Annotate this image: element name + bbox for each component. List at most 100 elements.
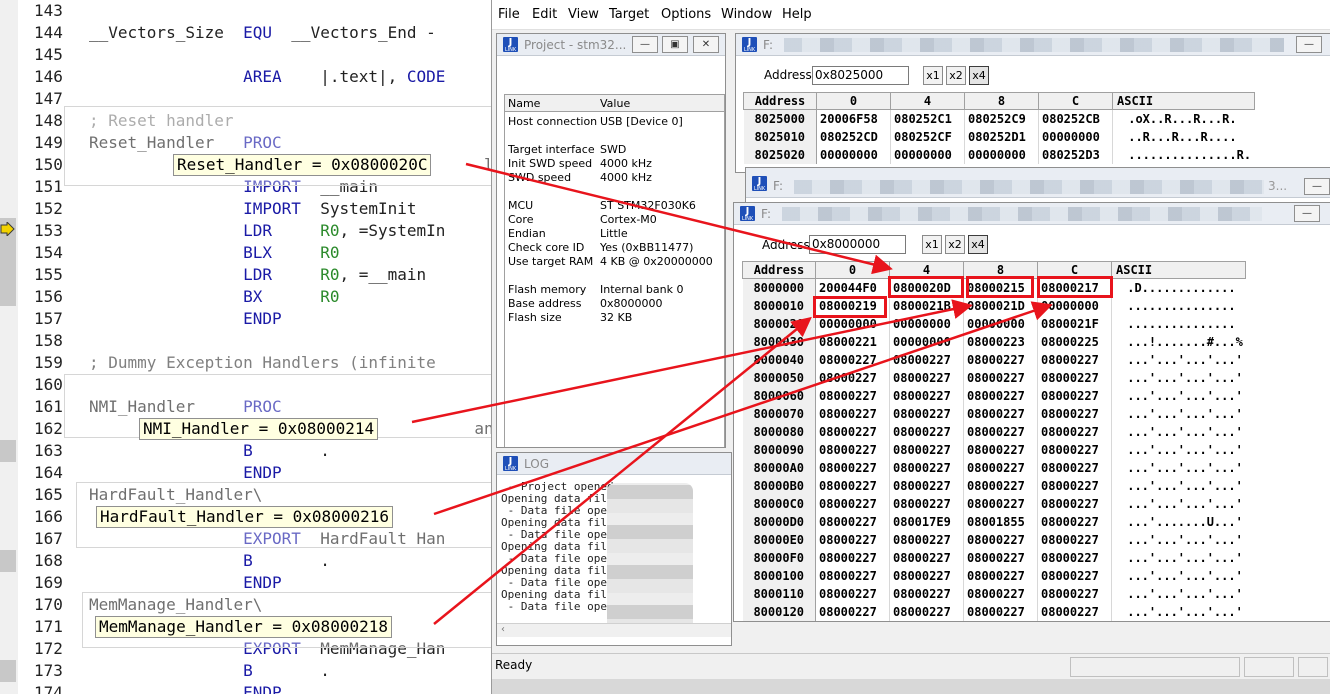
data-cell[interactable]: 08000227 bbox=[1037, 584, 1112, 603]
data-cell[interactable]: 00000000 bbox=[1038, 127, 1113, 146]
project-row[interactable] bbox=[505, 185, 724, 199]
project-row[interactable]: Target interface SWD bbox=[505, 143, 724, 157]
data-cell[interactable]: 08000227 bbox=[963, 584, 1038, 603]
data-cell[interactable]: 08000227 bbox=[963, 440, 1038, 459]
data-cell[interactable]: 08000223 bbox=[963, 332, 1038, 351]
minimize-button[interactable]: — bbox=[1294, 205, 1320, 222]
table-row[interactable]: 8000110 08000227 08000227 08000227 08000227 … bbox=[742, 584, 1246, 603]
project-row[interactable] bbox=[505, 129, 724, 143]
column-header[interactable]: 0 bbox=[816, 92, 891, 110]
mem1-x1-button[interactable]: x1 bbox=[923, 66, 943, 85]
data-cell[interactable]: 00000000 bbox=[1037, 296, 1112, 315]
data-cell[interactable]: 08000227 bbox=[963, 548, 1038, 567]
ascii-cell[interactable]: ...'...'...'...' bbox=[1112, 387, 1246, 405]
data-cell[interactable]: 08000221 bbox=[815, 332, 890, 351]
project-row[interactable]: Base address 0x8000000 bbox=[505, 297, 724, 311]
address-cell[interactable]: 80000F0 bbox=[742, 548, 816, 567]
data-cell[interactable]: 08000227 bbox=[963, 404, 1038, 423]
data-cell[interactable]: 08000227 bbox=[1037, 368, 1112, 387]
column-header[interactable]: C bbox=[1038, 92, 1113, 110]
code-line[interactable]: 169 ENDP bbox=[0, 572, 495, 594]
column-header[interactable]: Address bbox=[742, 261, 816, 279]
address-cell[interactable]: 8025000 bbox=[743, 109, 817, 128]
log-hscrollbar[interactable]: ‹ bbox=[497, 623, 731, 637]
data-cell[interactable]: 08000227 bbox=[815, 458, 890, 477]
table-row[interactable]: 8000030 08000221 00000000 08000223 08000225 … bbox=[742, 332, 1246, 351]
address-cell[interactable]: 8000050 bbox=[742, 368, 816, 387]
project-row[interactable]: Use target RAM 4 KB @ 0x20000000 bbox=[505, 255, 724, 269]
mem3-x1-button[interactable]: x1 bbox=[922, 235, 942, 254]
data-cell[interactable]: 08000227 bbox=[889, 548, 964, 567]
data-cell[interactable]: 00000000 bbox=[963, 314, 1038, 333]
project-row[interactable]: MCU ST STM32F030K6 bbox=[505, 199, 724, 213]
close-button[interactable]: ✕ bbox=[693, 36, 719, 53]
ascii-cell[interactable]: ..R...R...R.... bbox=[1113, 128, 1255, 146]
data-cell[interactable]: 08000227 bbox=[1037, 530, 1112, 549]
data-cell[interactable]: 08000227 bbox=[815, 422, 890, 441]
data-cell[interactable]: 08000227 bbox=[1037, 458, 1112, 477]
address-cell[interactable]: 8000040 bbox=[742, 350, 816, 369]
code-line[interactable]: 155 LDR R0, =__main bbox=[0, 264, 495, 286]
minimize-button[interactable]: — bbox=[1304, 178, 1330, 195]
data-cell[interactable]: 08000227 bbox=[889, 422, 964, 441]
data-cell[interactable]: 200044F0 bbox=[815, 278, 890, 297]
address-cell[interactable]: 8000020 bbox=[742, 314, 816, 333]
ascii-cell[interactable]: .D............. bbox=[1112, 279, 1246, 297]
data-cell[interactable]: 08000227 bbox=[889, 350, 964, 369]
table-row[interactable]: 8000090 08000227 08000227 08000227 08000227 … bbox=[742, 440, 1246, 459]
address-cell[interactable]: 8000060 bbox=[742, 386, 816, 405]
code-line[interactable]: 144 __Vectors_Size EQU __Vectors_End - bbox=[0, 22, 495, 44]
code-line[interactable]: 168 B . bbox=[0, 550, 495, 572]
mem1-address-input[interactable]: 0x8025000 bbox=[812, 66, 909, 85]
mem1-x2-button[interactable]: x2 bbox=[946, 66, 966, 85]
mem3-x2-button[interactable]: x2 bbox=[945, 235, 965, 254]
data-cell[interactable]: 08000227 bbox=[889, 476, 964, 495]
address-cell[interactable]: 80000C0 bbox=[742, 494, 816, 513]
code-line[interactable]: 153 LDR R0, =SystemIn bbox=[0, 220, 495, 242]
address-cell[interactable]: 8000070 bbox=[742, 404, 816, 423]
data-cell[interactable]: 08000227 bbox=[963, 566, 1038, 585]
table-row[interactable]: 8000080 08000227 08000227 08000227 08000227 … bbox=[742, 422, 1246, 441]
data-cell[interactable]: 08000227 bbox=[1037, 404, 1112, 423]
ascii-cell[interactable]: ...'...'...'...' bbox=[1112, 459, 1246, 477]
data-cell[interactable]: 08000227 bbox=[815, 494, 890, 513]
ascii-cell[interactable]: ...'...'...'...' bbox=[1112, 423, 1246, 441]
data-cell[interactable]: 08000227 bbox=[889, 602, 964, 621]
data-cell[interactable]: 08000227 bbox=[963, 458, 1038, 477]
data-cell[interactable]: 08000227 bbox=[1037, 548, 1112, 567]
data-cell[interactable]: 08000227 bbox=[815, 440, 890, 459]
ascii-cell[interactable]: ...............R. bbox=[1113, 146, 1255, 164]
data-cell[interactable]: 08000227 bbox=[1037, 476, 1112, 495]
project-row[interactable]: Flash size 32 KB bbox=[505, 311, 724, 325]
code-line[interactable]: 146 AREA |.text|, CODE bbox=[0, 66, 495, 88]
data-cell[interactable]: 08000227 bbox=[815, 530, 890, 549]
data-cell[interactable]: 080252D3 bbox=[1038, 145, 1113, 164]
data-cell[interactable]: 08000227 bbox=[963, 494, 1038, 513]
data-cell[interactable]: 080252CD bbox=[816, 127, 891, 146]
menu-view[interactable]: View bbox=[568, 7, 599, 22]
address-cell[interactable]: 8025010 bbox=[743, 127, 817, 146]
code-line[interactable]: 143 bbox=[0, 0, 495, 22]
ascii-cell[interactable]: .oX..R...R...R. bbox=[1113, 110, 1255, 128]
project-row[interactable]: Init SWD speed 4000 kHz bbox=[505, 157, 724, 171]
minimize-button[interactable]: — bbox=[1296, 36, 1322, 53]
data-cell[interactable]: 00000000 bbox=[889, 314, 964, 333]
ascii-cell[interactable]: ...'...'...'...' bbox=[1112, 603, 1246, 621]
minimize-button[interactable]: — bbox=[632, 36, 658, 53]
code-line[interactable]: 157 ENDP bbox=[0, 308, 495, 330]
data-cell[interactable]: 00000000 bbox=[890, 145, 965, 164]
project-row[interactable]: Endian Little bbox=[505, 227, 724, 241]
address-cell[interactable]: 8000030 bbox=[742, 332, 816, 351]
data-cell[interactable]: 080252D1 bbox=[964, 127, 1039, 146]
data-cell[interactable]: 00000000 bbox=[816, 145, 891, 164]
data-cell[interactable]: 08000227 bbox=[815, 584, 890, 603]
data-cell[interactable]: 08000227 bbox=[1037, 422, 1112, 441]
address-cell[interactable]: 80000A0 bbox=[742, 458, 816, 477]
project-row[interactable]: Host connection USB [Device 0] bbox=[505, 115, 724, 129]
ascii-cell[interactable]: ...'...'...'...' bbox=[1112, 441, 1246, 459]
project-titlebar[interactable]: J LINK Project - stm32... — ▣ ✕ bbox=[497, 34, 725, 56]
column-header[interactable]: 0 bbox=[815, 261, 890, 279]
mem3-titlebar[interactable]: J LINK F: — bbox=[734, 203, 1330, 225]
data-cell[interactable]: 080252CF bbox=[890, 127, 965, 146]
data-cell[interactable]: 08000227 bbox=[963, 602, 1038, 621]
